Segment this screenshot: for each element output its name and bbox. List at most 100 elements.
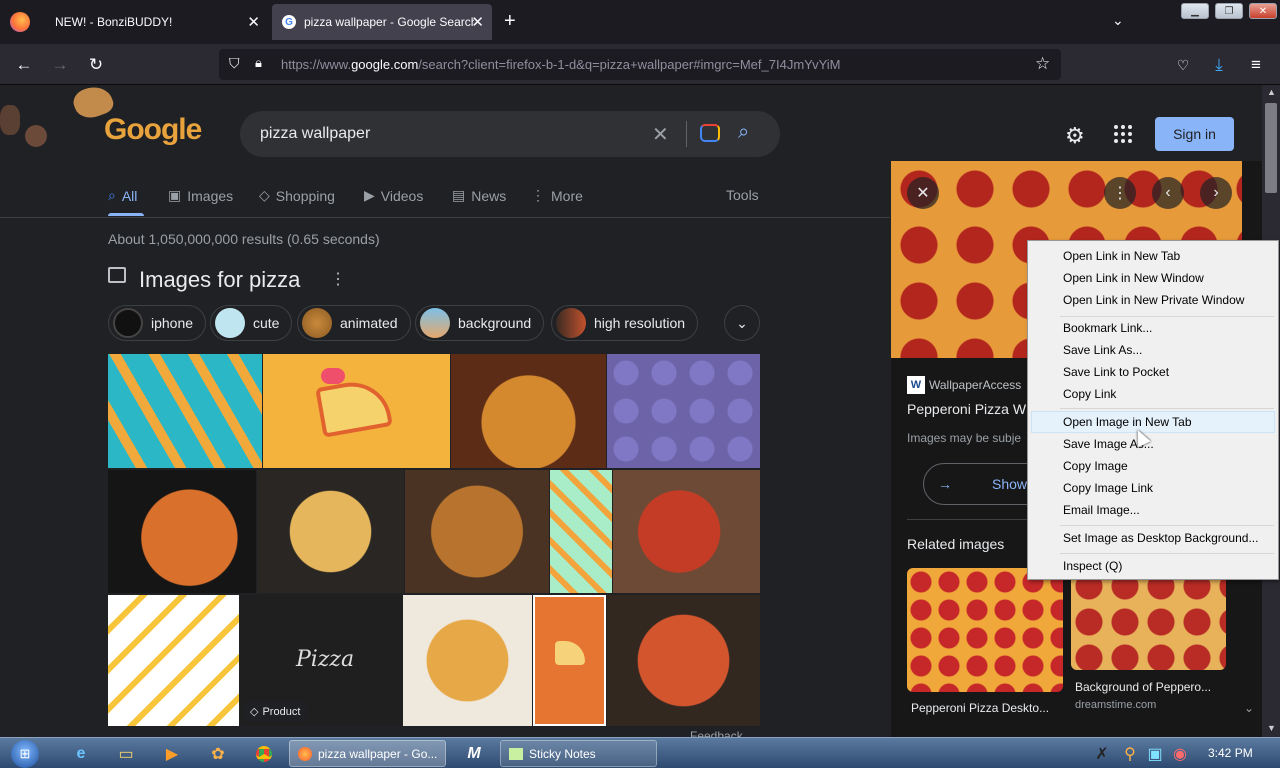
- menu-item-save-link-as[interactable]: Save Link As...: [1063, 343, 1142, 357]
- next-image-icon[interactable]: ›: [1200, 177, 1232, 209]
- file-explorer-icon[interactable]: ▭: [109, 741, 143, 766]
- firefox-menu-icon[interactable]: [10, 12, 30, 32]
- image-result[interactable]: [108, 470, 256, 593]
- related-image[interactable]: [1071, 568, 1226, 670]
- image-result[interactable]: [533, 595, 606, 726]
- menu-item-inspect[interactable]: Inspect (Q): [1063, 559, 1122, 573]
- list-all-tabs-icon[interactable]: ⌄: [1112, 12, 1124, 29]
- taskbar-firefox-window[interactable]: pizza wallpaper - Go...: [289, 740, 446, 767]
- preview-title[interactable]: Pepperoni Pizza W: [907, 401, 1026, 417]
- reload-icon[interactable]: ↻: [83, 52, 109, 78]
- menu-item-open-image-new-tab[interactable]: Open Image in New Tab: [1063, 415, 1192, 429]
- search-icon[interactable]: ⌕: [738, 121, 749, 144]
- source-site[interactable]: W WallpaperAccess: [907, 376, 1021, 394]
- media-player-icon[interactable]: ▶: [155, 741, 189, 766]
- tab-videos[interactable]: ▶ Videos: [364, 187, 423, 204]
- tab-images[interactable]: ▣ Images: [168, 187, 233, 204]
- tray-tool-icon[interactable]: ✗: [1090, 741, 1114, 766]
- taskbar-clock[interactable]: 3:42 PM: [1208, 746, 1253, 760]
- tab-all[interactable]: ⌕ All: [108, 187, 137, 204]
- downloads-icon[interactable]: ⤓: [1206, 52, 1232, 78]
- tools-button[interactable]: Tools: [726, 187, 759, 203]
- image-result[interactable]: [263, 354, 450, 468]
- image-result[interactable]: [613, 470, 760, 593]
- image-result[interactable]: [405, 470, 549, 593]
- chip-background[interactable]: background: [415, 305, 545, 341]
- image-result[interactable]: [403, 595, 532, 726]
- chevron-down-icon[interactable]: ⌄: [1244, 701, 1254, 715]
- close-tab-icon[interactable]: ✕: [247, 13, 260, 31]
- forward-arrow-icon[interactable]: →: [47, 52, 73, 78]
- hamburger-menu-icon[interactable]: ≡: [1243, 52, 1269, 78]
- url-text[interactable]: https://www.google.com/search?client=fir…: [281, 57, 1001, 72]
- scroll-up-icon[interactable]: ▲: [1267, 87, 1276, 97]
- taskbar-sticky-notes[interactable]: Sticky Notes: [500, 740, 657, 767]
- search-box[interactable]: pizza wallpaper ✕ ⌕: [240, 111, 780, 157]
- image-result[interactable]: [257, 470, 404, 593]
- chip-iphone[interactable]: iphone: [108, 305, 207, 341]
- menu-item-copy-image-link[interactable]: Copy Image Link: [1063, 481, 1153, 495]
- chips-expand-button[interactable]: ⌄: [724, 305, 760, 341]
- paint-icon[interactable]: ✿: [201, 741, 235, 766]
- menu-item-email-image[interactable]: Email Image...: [1063, 503, 1140, 517]
- bookmark-star-icon[interactable]: ☆: [1035, 54, 1050, 74]
- minimize-button[interactable]: ▁: [1181, 3, 1209, 19]
- chip-animated[interactable]: animated: [297, 305, 411, 341]
- close-window-button[interactable]: ✕: [1249, 3, 1277, 19]
- tab-google-search[interactable]: G pizza wallpaper - Google Search ✕: [272, 4, 492, 40]
- google-logo[interactable]: Google: [104, 113, 202, 147]
- back-arrow-icon[interactable]: ←: [11, 52, 37, 78]
- chrome-icon[interactable]: [247, 741, 281, 766]
- previous-image-icon[interactable]: ‹: [1152, 177, 1184, 209]
- more-options-icon[interactable]: ⋮: [330, 269, 346, 289]
- scrollbar-thumb[interactable]: [1265, 103, 1277, 193]
- menu-item-open-link-private-window[interactable]: Open Link in New Private Window: [1063, 293, 1244, 307]
- sign-in-button[interactable]: Sign in: [1155, 117, 1234, 151]
- menu-item-copy-link[interactable]: Copy Link: [1063, 387, 1116, 401]
- related-caption[interactable]: Pepperoni Pizza Deskto...: [911, 701, 1049, 715]
- image-result[interactable]: [607, 595, 760, 726]
- tab-news[interactable]: ▤ News: [452, 187, 506, 204]
- tray-search-icon[interactable]: ⚲: [1118, 741, 1142, 766]
- restore-button[interactable]: ❐: [1215, 3, 1243, 19]
- settings-gear-icon[interactable]: ⚙: [1065, 123, 1085, 149]
- related-image[interactable]: [907, 568, 1063, 692]
- search-query[interactable]: pizza wallpaper: [260, 125, 370, 143]
- maxthon-icon[interactable]: M: [457, 741, 491, 766]
- image-result[interactable]: [108, 595, 239, 726]
- close-tab-icon[interactable]: ✕: [471, 13, 484, 31]
- address-bar[interactable]: ⛉ 🔒︎ https://www.google.com/search?clien…: [219, 49, 1061, 80]
- clear-search-icon[interactable]: ✕: [652, 122, 669, 147]
- apps-grid-icon[interactable]: [1114, 125, 1132, 143]
- new-tab-icon[interactable]: +: [504, 10, 516, 33]
- images-heading[interactable]: Images for pizza: [139, 267, 300, 293]
- pocket-icon[interactable]: ♡: [1170, 52, 1196, 78]
- tab-shopping[interactable]: ◇ Shopping: [259, 187, 335, 204]
- start-button[interactable]: ⊞: [6, 738, 44, 768]
- scroll-down-icon[interactable]: ▼: [1267, 723, 1276, 733]
- image-result[interactable]: [550, 470, 612, 593]
- more-options-icon[interactable]: ⋮: [1104, 177, 1136, 209]
- tab-more[interactable]: ⋮ More: [531, 187, 583, 204]
- menu-item-save-link-pocket[interactable]: Save Link to Pocket: [1063, 365, 1169, 379]
- image-result[interactable]: [108, 354, 262, 468]
- menu-item-copy-image[interactable]: Copy Image: [1063, 459, 1128, 473]
- chip-high-resolution[interactable]: high resolution: [551, 305, 699, 341]
- menu-item-open-link-new-tab[interactable]: Open Link in New Tab: [1063, 249, 1180, 263]
- image-result[interactable]: Pizza ◇ Product: [240, 595, 402, 726]
- image-result[interactable]: [451, 354, 606, 468]
- shield-icon[interactable]: ⛉: [229, 55, 240, 72]
- tray-media-icon[interactable]: ◉: [1168, 741, 1192, 766]
- camera-search-icon[interactable]: [700, 124, 720, 142]
- menu-item-open-link-new-window[interactable]: Open Link in New Window: [1063, 271, 1204, 285]
- chip-cute[interactable]: cute: [210, 305, 293, 341]
- tab-bonzibuddy[interactable]: NEW! - BonziBUDDY! ✕: [44, 0, 268, 44]
- menu-item-set-desktop-background[interactable]: Set Image as Desktop Background...: [1063, 531, 1258, 545]
- related-caption[interactable]: Background of Peppero...: [1075, 680, 1211, 694]
- tray-monitor-icon[interactable]: ▣: [1143, 741, 1167, 766]
- menu-item-bookmark-link[interactable]: Bookmark Link...: [1063, 321, 1152, 335]
- lock-icon[interactable]: 🔒︎: [255, 55, 262, 71]
- close-preview-icon[interactable]: ✕: [907, 177, 939, 209]
- feedback-link[interactable]: Feedback: [690, 729, 743, 737]
- image-result[interactable]: [607, 354, 760, 468]
